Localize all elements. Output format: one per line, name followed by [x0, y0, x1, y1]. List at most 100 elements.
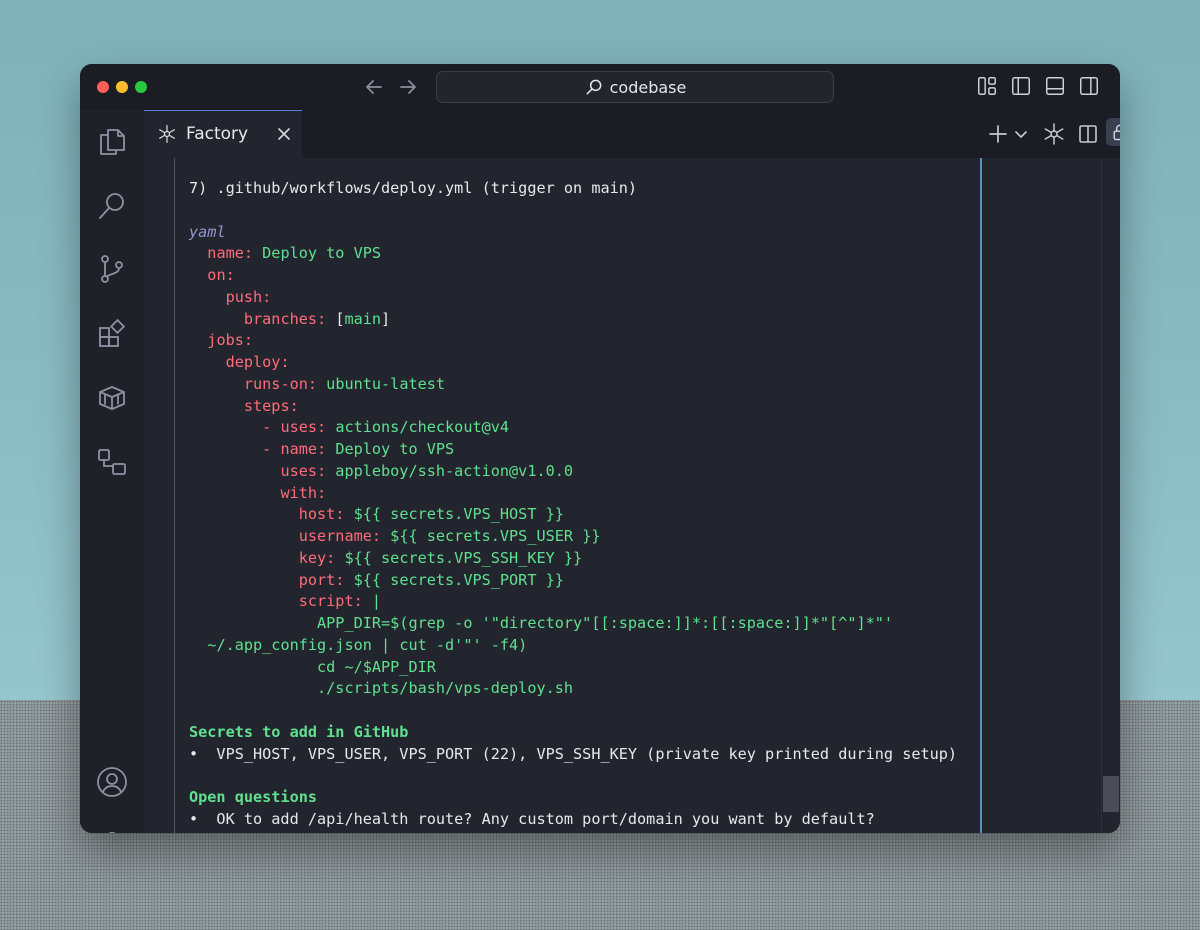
- yaml-line: name: Deploy to VPS: [189, 243, 957, 265]
- yaml-line: deploy:: [189, 352, 957, 374]
- account-icon[interactable]: [96, 766, 128, 798]
- yaml-key: port:: [298, 570, 345, 589]
- yaml-indent: [189, 440, 262, 458]
- tab-label: Factory: [186, 124, 249, 144]
- search-icon[interactable]: [96, 190, 128, 222]
- source-control-icon[interactable]: [96, 253, 128, 285]
- yaml-line: with:: [189, 483, 957, 505]
- minimize-window-button[interactable]: [116, 81, 128, 93]
- code-output: 7) .github/workflows/deploy.yml (trigger…: [189, 178, 957, 831]
- yaml-key: uses:: [280, 461, 327, 480]
- yaml-line: key: ${{ secrets.VPS_SSH_KEY }}: [189, 548, 957, 570]
- factory-asterisk-icon: [159, 125, 175, 143]
- yaml-value: ${{ secrets.VPS_HOST }}: [344, 505, 564, 524]
- search-label: codebase: [609, 77, 687, 97]
- secrets-list-item: • VPS_HOST, VPS_USER, VPS_PORT (22), VPS…: [189, 744, 958, 763]
- questions-list-item: • OK to add /api/health route? Any custo…: [189, 809, 875, 828]
- yaml-value: ${{ secrets.VPS_SSH_KEY }}: [335, 548, 583, 567]
- yaml-indent: [189, 331, 207, 349]
- explorer-files-icon[interactable]: [96, 126, 128, 158]
- yaml-line: ./scripts/bash/vps-deploy.sh: [189, 678, 957, 700]
- yaml-key: branches:: [243, 309, 327, 328]
- forward-arrow-icon[interactable]: [396, 75, 420, 99]
- yaml-value: actions/checkout@v4: [326, 418, 510, 437]
- yaml-line: cd ~/$APP_DIR: [189, 657, 957, 679]
- yaml-indent: [189, 592, 299, 610]
- yaml-value: main: [344, 309, 382, 328]
- layout-customize-icon[interactable]: [976, 75, 998, 97]
- yaml-indent: [189, 571, 299, 589]
- chevron-down-icon[interactable]: [1014, 122, 1028, 146]
- questions-heading: Open questions: [189, 788, 318, 806]
- search-icon: [586, 79, 602, 95]
- yaml-line: steps:: [189, 396, 957, 418]
- yaml-key: name:: [207, 244, 254, 263]
- tab-factory[interactable]: Factory: [144, 110, 302, 158]
- yaml-value: Deploy to VPS: [326, 440, 455, 458]
- editor-content[interactable]: 7) .github/workflows/deploy.yml (trigger…: [144, 158, 1120, 833]
- yaml-line: ~/.app_config.json | cut -d'"' -f4): [189, 635, 957, 657]
- yaml-indent: [189, 353, 226, 371]
- toggle-secondary-sidebar-icon[interactable]: [1078, 75, 1100, 97]
- yaml-line: branches: [main]: [189, 309, 957, 331]
- scrollbar-thumb[interactable]: [1103, 776, 1119, 812]
- yaml-indent: [189, 418, 262, 436]
- yaml-bracket-close: ]: [381, 309, 391, 328]
- settings-gear-icon[interactable]: [96, 830, 128, 833]
- yaml-key: on:: [207, 266, 235, 284]
- yaml-indent: [189, 658, 317, 676]
- yaml-value: ${{ secrets.VPS_USER }}: [381, 527, 601, 545]
- yaml-key: jobs:: [207, 331, 254, 350]
- editor-tabs-bar: Factory: [144, 110, 1120, 158]
- yaml-key: username:: [298, 527, 382, 545]
- yaml-value: cd ~/$APP_DIR: [317, 657, 436, 676]
- yaml-code-block: name: Deploy to VPS on: push: branches: …: [189, 243, 957, 700]
- title-bar: codebase: [80, 64, 1120, 110]
- extensions-icon[interactable]: [96, 318, 128, 350]
- yaml-key: key:: [298, 548, 336, 567]
- yaml-indent: [189, 484, 280, 502]
- zoom-window-button[interactable]: [135, 81, 147, 93]
- close-icon[interactable]: [276, 126, 292, 142]
- vertical-scrollbar[interactable]: [1101, 158, 1120, 833]
- back-arrow-icon[interactable]: [362, 75, 386, 99]
- yaml-value: ~/.app_config.json | cut -d'"' -f4): [207, 635, 528, 654]
- toggle-panel-icon[interactable]: [1044, 75, 1066, 97]
- yaml-value: ${{ secrets.VPS_PORT }}: [344, 570, 564, 589]
- yaml-value: APP_DIR=$(grep -o '"directory"[[:space:]…: [317, 614, 894, 632]
- command-search-box[interactable]: codebase: [436, 71, 834, 103]
- secrets-heading: Secrets to add in GitHub: [189, 722, 409, 741]
- yaml-key: deploy:: [225, 353, 290, 371]
- lock-group-button[interactable]: [1106, 118, 1120, 146]
- yaml-line: uses: appleboy/ssh-action@v1.0.0: [189, 461, 957, 483]
- lock-icon: [1113, 124, 1120, 141]
- yaml-line: username: ${{ secrets.VPS_USER }}: [189, 526, 957, 548]
- yaml-indent: [189, 310, 244, 328]
- yaml-key: steps:: [243, 396, 299, 415]
- yaml-indent: [189, 549, 299, 567]
- toggle-primary-sidebar-icon[interactable]: [1010, 75, 1032, 97]
- yaml-indent: [189, 527, 299, 545]
- yaml-value: appleboy/ssh-action@v1.0.0: [326, 461, 574, 480]
- yaml-line: host: ${{ secrets.VPS_HOST }}: [189, 504, 957, 526]
- yaml-indent: [189, 266, 207, 284]
- yaml-line: script: |: [189, 591, 957, 613]
- right-border-line: [980, 158, 982, 833]
- yaml-indent: [189, 636, 207, 654]
- yaml-indent: [189, 679, 317, 697]
- split-editor-icon[interactable]: [1076, 122, 1100, 146]
- factory-asterisk-icon[interactable]: [1042, 122, 1066, 146]
- yaml-indent: [189, 614, 317, 632]
- yaml-line: APP_DIR=$(grep -o '"directory"[[:space:]…: [189, 613, 957, 635]
- yaml-bracket-open: [: [326, 309, 345, 328]
- close-window-button[interactable]: [97, 81, 109, 93]
- remote-explorer-icon[interactable]: [96, 446, 128, 478]
- code-language-label: yaml: [189, 222, 226, 241]
- left-border-line: [174, 158, 175, 833]
- container-box-icon[interactable]: [96, 382, 128, 414]
- yaml-key: host:: [298, 505, 345, 524]
- new-session-plus-icon[interactable]: [986, 122, 1010, 146]
